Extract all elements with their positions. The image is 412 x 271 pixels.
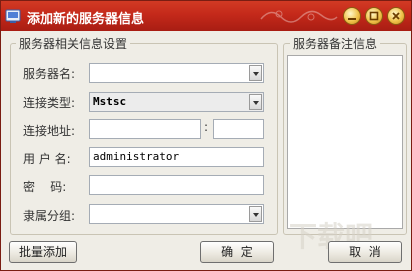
- chevron-down-icon[interactable]: [249, 206, 262, 222]
- minimize-button[interactable]: [343, 7, 361, 25]
- password-input[interactable]: [89, 175, 264, 195]
- ok-button[interactable]: 确 定: [200, 241, 274, 263]
- maximize-button[interactable]: [365, 7, 383, 25]
- username-label: 用 户 名:: [23, 152, 71, 166]
- password-label: 密 码:: [23, 180, 67, 194]
- close-button[interactable]: [387, 7, 405, 25]
- dialog-window: 添加新的服务器信息 服务器相关信息设置 服务器名: 连接类型: Mstsc 连接…: [0, 0, 412, 271]
- app-icon: [5, 9, 21, 23]
- chevron-down-icon[interactable]: [249, 65, 262, 81]
- connection-type-combobox[interactable]: Mstsc: [89, 92, 264, 112]
- notes-textarea[interactable]: [287, 55, 403, 229]
- username-input[interactable]: administrator: [89, 147, 264, 167]
- batch-add-button[interactable]: 批量添加: [9, 241, 77, 263]
- connection-host-input[interactable]: [89, 119, 201, 139]
- username-value: administrator: [93, 150, 180, 163]
- server-name-label: 服务器名:: [23, 67, 76, 81]
- notes-legend: 服务器备注信息: [290, 35, 381, 52]
- server-info-legend: 服务器相关信息设置: [16, 35, 131, 52]
- chevron-down-icon[interactable]: [249, 94, 262, 110]
- title-bar[interactable]: 添加新的服务器信息: [1, 1, 411, 31]
- connection-address-label: 连接地址:: [23, 124, 76, 138]
- server-name-combobox[interactable]: [89, 63, 264, 83]
- connection-port-input[interactable]: [213, 119, 264, 139]
- connection-type-label: 连接类型:: [23, 96, 76, 110]
- group-combobox[interactable]: [89, 204, 264, 224]
- host-port-separator: :: [204, 120, 209, 134]
- title-decoration-icon: [260, 10, 338, 23]
- group-label: 隶属分组:: [23, 209, 76, 223]
- cancel-button[interactable]: 取 消: [328, 241, 402, 263]
- maximize-icon: [369, 11, 379, 21]
- window-title: 添加新的服务器信息: [27, 12, 145, 27]
- connection-type-value: Mstsc: [93, 95, 127, 108]
- close-icon: [392, 12, 400, 20]
- minimize-icon: [348, 18, 356, 20]
